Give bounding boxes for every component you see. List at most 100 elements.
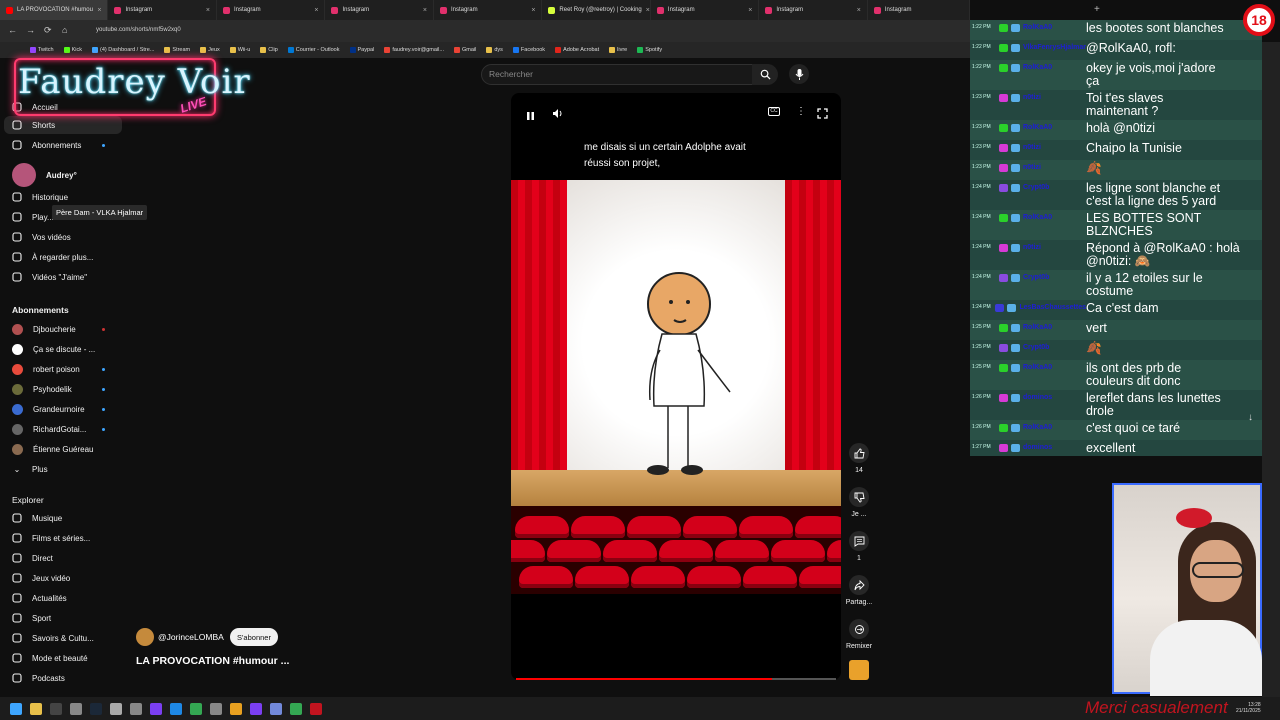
chat-username[interactable]: RolKaA0: [1023, 124, 1052, 131]
dislike-action[interactable]: Je ...: [844, 487, 874, 518]
bookmark-item[interactable]: Courrier - Outlook: [287, 47, 340, 53]
forward-icon[interactable]: →: [26, 25, 35, 35]
back-icon[interactable]: ←: [8, 25, 17, 35]
sidebar-subscriptions-header[interactable]: Abonnements: [12, 305, 69, 315]
share-action[interactable]: Partag...: [844, 575, 874, 606]
bookmark-item[interactable]: Kick: [63, 47, 82, 53]
home-icon[interactable]: ⌂: [62, 25, 67, 35]
like-action[interactable]: 14: [844, 443, 874, 474]
browser-tab[interactable]: LA PROVOCATION #humou ×: [0, 0, 109, 20]
browser-tab[interactable]: Instagram ×: [108, 0, 217, 20]
search-button[interactable]: [752, 64, 778, 85]
sidebar-item[interactable]: Historique: [0, 188, 125, 206]
chat-username[interactable]: LesBasChaussettes: [1019, 304, 1086, 311]
thumbs-up-icon[interactable]: [849, 443, 869, 463]
sidebar-you-header[interactable]: Audrey°: [0, 163, 125, 187]
taskbar-app-icon[interactable]: [230, 702, 242, 715]
taskbar-app-icon[interactable]: [190, 702, 202, 715]
sidebar-item[interactable]: Shorts: [4, 116, 122, 134]
bookmark-item[interactable]: Jeux: [200, 47, 220, 53]
subscribe-button[interactable]: S'abonner: [230, 628, 278, 646]
sidebar-subscription[interactable]: RichardGotai...: [0, 420, 125, 438]
taskbar-app-icon[interactable]: [70, 702, 82, 715]
chat-username[interactable]: dominos: [1023, 444, 1052, 451]
browser-tab[interactable]: Instagram: [868, 0, 971, 20]
chat-username[interactable]: RolKaA0: [1023, 424, 1052, 431]
browser-tab[interactable]: Instagram ×: [651, 0, 760, 20]
comments-action[interactable]: 1: [844, 531, 874, 562]
sidebar-subscription[interactable]: Psyhodelik: [0, 380, 125, 398]
channel-name[interactable]: @JorinceLOMBA: [158, 632, 224, 642]
chat-username[interactable]: dominos: [1023, 394, 1052, 401]
browser-tab[interactable]: Instagram ×: [759, 0, 868, 20]
taskbar-app-icon[interactable]: [90, 702, 102, 715]
chat-username[interactable]: Crypt0b: [1023, 344, 1049, 351]
sidebar-item[interactable]: Vidéos "J'aime": [0, 268, 125, 286]
chat-username[interactable]: n0tizi: [1023, 164, 1041, 171]
bookmark-item[interactable]: faudrey.voir@gmail...: [384, 47, 444, 53]
sidebar-item[interactable]: Savoirs & Cultu...: [0, 629, 125, 647]
chat-username[interactable]: RolKaA0: [1023, 364, 1052, 371]
chat-username[interactable]: n0tizi: [1023, 94, 1041, 101]
chat-username[interactable]: RolKaA0: [1023, 24, 1052, 31]
bookmark-item[interactable]: Paypal: [349, 47, 374, 53]
browser-tab[interactable]: Reet Roy (@reetroy) | Cooking ×: [542, 0, 651, 20]
bookmark-item[interactable]: Spotify: [637, 47, 662, 53]
sidebar-item[interactable]: Jeux vidéo: [0, 569, 125, 587]
bookmark-item[interactable]: Clip: [260, 47, 278, 53]
pause-button[interactable]: [526, 108, 535, 126]
comment-icon[interactable]: [849, 531, 869, 551]
sidebar-subscription[interactable]: Djboucherie: [0, 320, 125, 338]
channel-avatar[interactable]: [136, 628, 154, 646]
taskbar-app-icon[interactable]: [310, 702, 322, 715]
more-options-icon[interactable]: ⋮: [796, 106, 806, 117]
tab-close-icon[interactable]: ×: [423, 7, 427, 14]
tab-close-icon[interactable]: ×: [531, 7, 535, 14]
sidebar-subscription[interactable]: Étienne Guéreau: [0, 440, 125, 458]
bookmark-item[interactable]: Twitch: [30, 47, 54, 53]
remix-action[interactable]: Remixer: [844, 619, 874, 650]
scroll-down-icon[interactable]: ↓: [1248, 412, 1253, 423]
taskbar-app-icon[interactable]: [50, 702, 62, 715]
sidebar-item[interactable]: Musique: [0, 509, 125, 527]
video-title[interactable]: LA PROVOCATION #humour ...: [136, 655, 289, 667]
taskbar-app-icon[interactable]: [250, 702, 262, 715]
taskbar-app-icon[interactable]: [30, 702, 42, 715]
tab-close-icon[interactable]: ×: [97, 7, 101, 14]
chat-username[interactable]: RolKaA0: [1023, 64, 1052, 71]
tab-close-icon[interactable]: ×: [748, 7, 752, 14]
sidebar-item[interactable]: Sport: [0, 609, 125, 627]
volume-button[interactable]: [552, 106, 564, 124]
sidebar-subscription[interactable]: Ça se discute - ...: [0, 340, 125, 358]
sidebar-item[interactable]: Actualités: [0, 589, 125, 607]
chat-username[interactable]: Crypt0b: [1023, 274, 1049, 281]
sidebar-item[interactable]: Mode et beauté: [0, 649, 125, 667]
reload-icon[interactable]: ⟳: [44, 25, 52, 36]
browser-tab[interactable]: Instagram ×: [217, 0, 326, 20]
sidebar-item[interactable]: À regarder plus...: [0, 248, 125, 266]
chat-username[interactable]: RolKaA0: [1023, 214, 1052, 221]
remix-icon[interactable]: [849, 619, 869, 639]
bookmark-item[interactable]: (4) Dashboard / Stre...: [91, 47, 154, 53]
bookmark-item[interactable]: dys: [486, 47, 503, 53]
chat-username[interactable]: RolKaA0: [1023, 324, 1052, 331]
sidebar-item[interactable]: Direct: [0, 549, 125, 567]
sidebar-item[interactable]: Abonnements: [0, 136, 125, 154]
chat-username[interactable]: VlkaFenrysHjalmar: [1023, 44, 1086, 51]
new-tab-button[interactable]: +: [1094, 4, 1100, 15]
browser-tab[interactable]: Instagram ×: [434, 0, 543, 20]
taskbar-app-icon[interactable]: [170, 702, 182, 715]
chat-username[interactable]: Crypt0b: [1023, 184, 1049, 191]
thumbs-down-icon[interactable]: [849, 487, 869, 507]
taskbar-app-icon[interactable]: [10, 702, 22, 715]
taskbar-app-icon[interactable]: [110, 702, 122, 715]
tab-close-icon[interactable]: ×: [646, 7, 650, 14]
bookmark-item[interactable]: livre: [609, 47, 627, 53]
taskbar-app-icon[interactable]: [150, 702, 162, 715]
captions-button[interactable]: CC: [768, 107, 780, 116]
sidebar-subscription[interactable]: robert poison: [0, 360, 125, 378]
sidebar-item[interactable]: Podcasts: [0, 669, 125, 687]
bookmark-item[interactable]: Gmail: [453, 47, 476, 53]
tab-close-icon[interactable]: ×: [314, 7, 318, 14]
sound-thumbnail[interactable]: [849, 660, 869, 680]
